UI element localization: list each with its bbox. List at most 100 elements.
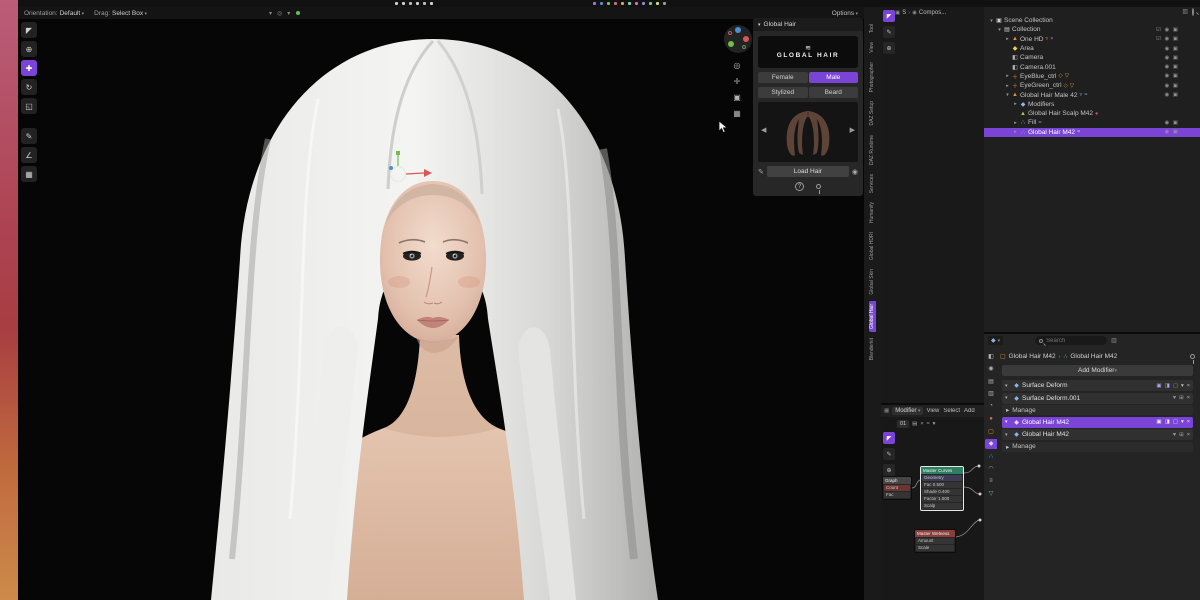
outliner-item-label[interactable]: Camera.001: [1020, 64, 1056, 71]
app-icon[interactable]: [395, 2, 398, 5]
node-graph[interactable]: GraphCountFac: [882, 476, 912, 500]
outliner-item-label[interactable]: Global Hair Scalp M42: [1028, 110, 1093, 117]
measure-tool[interactable]: ∠: [21, 147, 37, 163]
app-icon[interactable]: [607, 2, 610, 5]
side-tab-daz-setup[interactable]: DAZ Setup: [869, 98, 876, 128]
orientation-dropdown[interactable]: Default: [60, 10, 85, 17]
app-icon[interactable]: [635, 2, 638, 5]
side-tab-photographer[interactable]: Photographer: [869, 59, 876, 95]
outliner-row[interactable]: ◧Camera.001◉▣: [984, 62, 1200, 71]
particles-tab[interactable]: ∴: [985, 451, 997, 461]
app-icon[interactable]: [593, 2, 596, 5]
check-toggle-icon[interactable]: ☑: [1156, 36, 1161, 42]
side-tab-daz-runtime[interactable]: DAZ Runtime: [869, 132, 876, 168]
panel-header[interactable]: ▾ Global Hair: [753, 18, 863, 31]
outliner-item-label[interactable]: Modifiers: [1028, 101, 1054, 108]
node-master-wetness[interactable]: Master WetnessAmountScale: [914, 529, 956, 553]
node-header-icon[interactable]: ≈: [927, 421, 930, 427]
cam-toggle-icon[interactable]: ▣: [1173, 64, 1178, 70]
node-socket[interactable]: Geometry: [922, 475, 962, 482]
outliner-row[interactable]: ▸＋EyeGreen_ctrl◇▽◉▣: [984, 81, 1200, 90]
node-socket[interactable]: Shade 0.400: [922, 489, 962, 496]
drag-dropdown[interactable]: Select Box: [112, 10, 147, 17]
load-hair-button[interactable]: Load Hair: [767, 166, 849, 177]
tool-tab[interactable]: ◧: [985, 351, 997, 361]
expander-icon[interactable]: ▸: [1006, 406, 1009, 414]
cam-toggle-icon[interactable]: ▣: [1173, 27, 1178, 33]
brush-icon[interactable]: ✎: [758, 168, 764, 176]
search-icon[interactable]: [1192, 9, 1194, 15]
eye-toggle-icon[interactable]: ◉: [1164, 92, 1169, 98]
axis-neg-dot[interactable]: [742, 45, 746, 49]
menu-view[interactable]: View: [926, 408, 939, 414]
overlay-icon[interactable]: ▾: [287, 10, 290, 17]
cam-toggle-icon[interactable]: ▣: [1173, 129, 1178, 135]
toggle-icon[interactable]: ◨: [1165, 383, 1170, 389]
toggle-icon[interactable]: ▾: [1181, 383, 1184, 389]
outliner-item-label[interactable]: Global Hair Male 42: [1020, 92, 1077, 99]
eye-toggle-icon[interactable]: ◉: [1164, 64, 1169, 70]
outliner-row[interactable]: ▸▲One HD▿×☑◉▣: [984, 35, 1200, 44]
outliner-item-label[interactable]: Area: [1020, 45, 1034, 52]
axis-x-dot[interactable]: [743, 36, 749, 42]
editor-type-icon[interactable]: ▦: [884, 408, 889, 414]
outliner-row[interactable]: ▾▤Collection☑◉▣: [984, 25, 1200, 34]
modifier-name[interactable]: Surface Deform.001: [1022, 395, 1080, 402]
pin-icon[interactable]: [816, 184, 821, 189]
extra-icon[interactable]: ⊞: [1179, 432, 1184, 438]
menu-add[interactable]: Add: [964, 408, 975, 414]
select-box-tool[interactable]: ◤: [883, 432, 895, 444]
expander-icon[interactable]: ▸: [1004, 36, 1011, 42]
eye-toggle-icon[interactable]: ◉: [1164, 120, 1169, 126]
side-tab-tool[interactable]: Tool: [869, 21, 876, 36]
cam-toggle-icon[interactable]: ▣: [1173, 55, 1178, 61]
toggle-icon[interactable]: ▣: [1156, 383, 1161, 389]
search-field[interactable]: [1035, 336, 1107, 345]
world-tab[interactable]: ●: [985, 414, 997, 424]
object-tab[interactable]: ▢: [985, 426, 997, 436]
breadcrumb-object[interactable]: Global Hair M42: [1009, 353, 1056, 360]
axis-neg-dot[interactable]: [728, 31, 732, 35]
toggle-icon[interactable]: ×: [1187, 383, 1190, 389]
app-icon[interactable]: [614, 2, 617, 5]
viewport-3d[interactable]: Orientation: Default Drag: Select Box ▾◎…: [18, 7, 864, 600]
axis-y-dot[interactable]: [728, 41, 734, 47]
eye-icon[interactable]: ◉: [852, 168, 858, 176]
app-icon[interactable]: [642, 2, 645, 5]
cam-toggle-icon[interactable]: ▣: [1173, 46, 1178, 52]
physics-tab[interactable]: ◠: [985, 464, 997, 474]
expander-icon[interactable]: ▸: [1012, 101, 1019, 107]
pan-icon[interactable]: ✛: [730, 75, 744, 87]
constraints-tab[interactable]: ≡: [985, 476, 997, 486]
modifier-row[interactable]: ▾◆Global Hair M42▣◨▢▾×: [1002, 417, 1193, 428]
app-icon[interactable]: [430, 2, 433, 5]
cursor-tool[interactable]: ⊕: [21, 41, 37, 57]
modifier-name[interactable]: Global Hair M42: [1022, 431, 1069, 438]
annotate-tool[interactable]: ✎: [21, 128, 37, 144]
move-tool[interactable]: ✚: [21, 60, 37, 76]
extra-icon[interactable]: ⊞: [1179, 395, 1184, 401]
app-icon[interactable]: [423, 2, 426, 5]
eye-toggle-icon[interactable]: ◉: [1164, 83, 1169, 89]
extra-icon[interactable]: ♥: [1173, 395, 1176, 401]
add-cube-tool[interactable]: ▦: [21, 166, 37, 182]
expander-icon[interactable]: ▸: [1004, 83, 1011, 89]
eye-toggle-icon[interactable]: ◉: [1164, 27, 1169, 33]
hair-tab-beard[interactable]: Beard: [809, 87, 859, 98]
toggle-ortho-icon[interactable]: ▦: [730, 107, 744, 119]
outliner-row[interactable]: ▸∴Fill≈◉▣: [984, 118, 1200, 127]
outliner-row[interactable]: ◧Camera◉▣: [984, 53, 1200, 62]
menu-select[interactable]: Select: [943, 408, 960, 414]
cam-toggle-icon[interactable]: ▣: [1173, 73, 1178, 79]
outliner-item-label[interactable]: EyeBlue_ctrl: [1020, 73, 1057, 80]
cam-toggle-icon[interactable]: ▣: [1173, 120, 1178, 126]
extra-icon[interactable]: ×: [1187, 395, 1190, 401]
scene-tab[interactable]: ◔: [985, 401, 997, 411]
outliner-item-label[interactable]: EyeGreen_ctrl: [1020, 82, 1062, 89]
eye-toggle-icon[interactable]: ◉: [1164, 129, 1169, 135]
next-hair-arrow[interactable]: ▶: [850, 126, 855, 134]
node-canvas[interactable]: GraphCountFacMaster CurvesGeometryFac 0.…: [881, 433, 984, 600]
node-socket[interactable]: Amount: [916, 538, 954, 545]
outliner-item-label[interactable]: Scene Collection: [1004, 17, 1053, 24]
app-icon[interactable]: [663, 2, 666, 5]
